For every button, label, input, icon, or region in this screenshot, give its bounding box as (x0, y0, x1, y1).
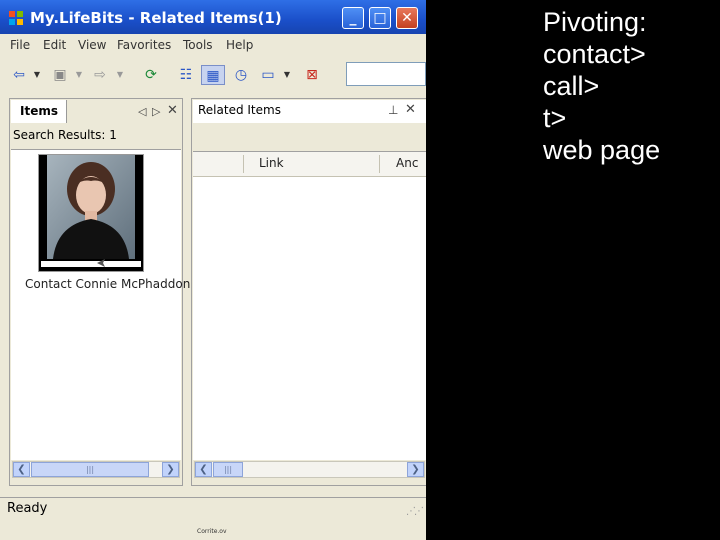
forward-dropdown-icon[interactable]: ▼ (116, 65, 124, 85)
related-items-pane: Related Items ⊥ ✕ Link Anc ❮ ||| ❯ (191, 98, 426, 486)
maximize-button[interactable]: □ (369, 7, 391, 29)
camera-dropdown-icon[interactable]: ▼ (75, 65, 83, 85)
scroll-thumb[interactable]: ||| (31, 462, 149, 477)
camera-icon[interactable]: ▣ (50, 65, 70, 85)
refresh-icon[interactable]: ⟳ (142, 65, 160, 85)
scroll-thumb[interactable]: ||| (213, 462, 243, 477)
slide-line: t> (543, 103, 567, 133)
menu-tools[interactable]: Tools (183, 38, 213, 52)
slide-line: Pivoting: (543, 7, 647, 37)
menu-file[interactable]: File (10, 38, 30, 52)
prev-pane-icon[interactable]: ◁ (138, 105, 146, 118)
title-bar[interactable]: My.LifeBits - Related Items(1) _ □ ✕ (0, 0, 426, 34)
window-dropdown-icon[interactable]: ▼ (283, 65, 291, 85)
scroll-left-button[interactable]: ❮ (195, 462, 212, 477)
scroll-right-button[interactable]: ❯ (162, 462, 179, 477)
menu-help[interactable]: Help (226, 38, 253, 52)
close-button[interactable]: ✕ (396, 7, 418, 29)
search-results-count: Search Results: 1 (13, 128, 117, 142)
minimize-button[interactable]: _ (342, 7, 364, 29)
footer-note: Corrite.ov (197, 528, 227, 535)
column-link[interactable]: Link (259, 156, 284, 170)
search-input[interactable] (346, 62, 426, 86)
thumbnails-view-icon[interactable]: ▦ (201, 65, 225, 85)
resize-grip-icon[interactable]: ⋰⋰ (406, 506, 424, 517)
clock-icon[interactable]: ◷ (230, 65, 252, 85)
items-list: Contact Connie McPhaddon (11, 149, 190, 460)
menu-edit[interactable]: Edit (43, 38, 66, 52)
items-pane: Items ◁ ▷ ✕ Search Results: 1 Contact Co… (9, 98, 190, 486)
back-arrow-icon[interactable]: ⇦ (10, 65, 28, 85)
tab-related-label: Related Items (198, 103, 281, 117)
column-separator[interactable] (243, 155, 244, 173)
window-title: My.LifeBits - Related Items(1) (30, 9, 282, 27)
column-separator[interactable] (379, 155, 380, 173)
next-pane-icon[interactable]: ▷ (152, 105, 160, 118)
window-icon[interactable]: ▭ (258, 65, 278, 85)
close-pane-icon[interactable]: ✕ (167, 103, 178, 118)
slide-line: web page (543, 135, 661, 165)
related-hscrollbar[interactable]: ❮ ||| ❯ (194, 461, 425, 478)
delete-icon[interactable]: ⊠ (303, 65, 321, 85)
status-bar: Ready ⋰⋰ (0, 497, 426, 520)
scroll-right-button[interactable]: ❯ (407, 462, 424, 477)
app-icon (9, 11, 23, 25)
app-window: My.LifeBits - Related Items(1) _ □ ✕ Fil… (0, 0, 426, 540)
back-dropdown-icon[interactable]: ▼ (33, 65, 41, 85)
items-hscrollbar[interactable]: ❮ ||| ❯ (12, 461, 180, 478)
pin-icon[interactable]: ⊥ (388, 103, 398, 117)
menu-view[interactable]: View (78, 38, 106, 52)
column-anc[interactable]: Anc (396, 156, 418, 170)
slide-line: call> (543, 71, 600, 101)
close-related-icon[interactable]: ✕ (405, 102, 416, 117)
slide-line: contact> (543, 39, 646, 69)
scroll-left-button[interactable]: ❮ (13, 462, 30, 477)
contact-caption: Contact Connie McPhaddon (25, 277, 191, 291)
tab-related-items[interactable]: Related Items ⊥ ✕ (193, 100, 426, 123)
forward-arrow-icon[interactable]: ⇨ (91, 65, 109, 85)
contact-item[interactable] (38, 154, 144, 272)
related-items-list: Link Anc (193, 151, 426, 460)
menu-bar: File Edit View Favorites Tools Help (0, 36, 426, 56)
menu-favorites[interactable]: Favorites (117, 38, 171, 52)
contact-photo-icon (39, 155, 143, 271)
slide-text: Pivoting: contact> call> t> web page (543, 6, 660, 166)
details-view-icon[interactable]: ☷ (176, 65, 196, 85)
tab-items[interactable]: Items (11, 100, 67, 123)
tab-items-label: Items (20, 104, 58, 118)
column-header: Link Anc (193, 152, 426, 177)
status-text: Ready (7, 501, 48, 516)
